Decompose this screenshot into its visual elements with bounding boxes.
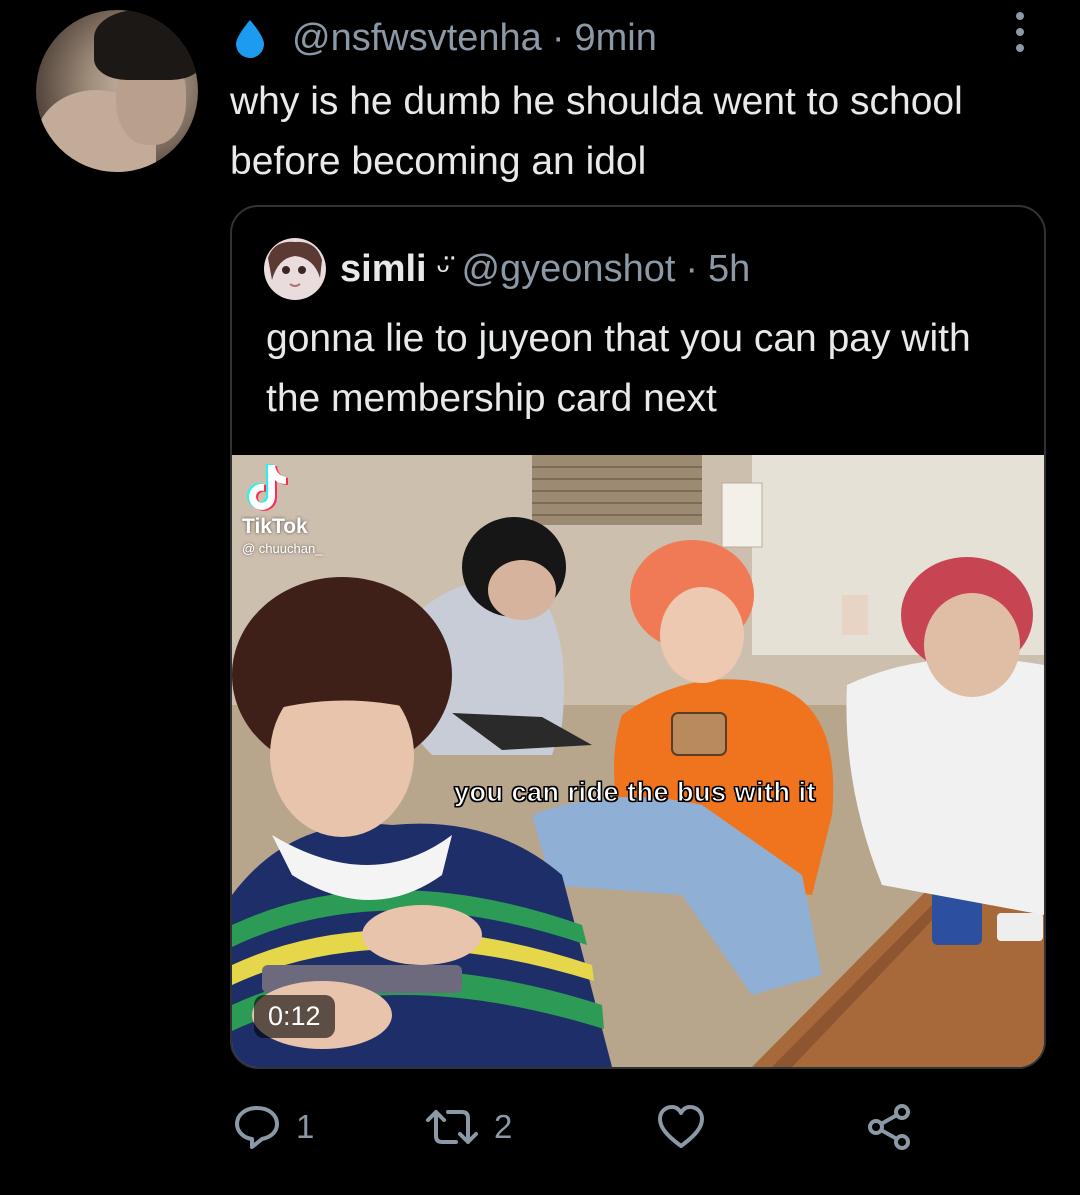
quoted-tweet-card[interactable]: simli ᵕ̈ @gyeonshot · 5h gonna lie to ju… (230, 205, 1046, 1069)
quoted-name-emoji: ᵕ̈ (436, 249, 450, 288)
author-handle[interactable]: @nsfwsvtenha (292, 17, 542, 60)
quoted-tweet-text: gonna lie to juyeon that you can pay wit… (266, 317, 971, 420)
tweet-action-bar: 1 2 (232, 1100, 932, 1154)
author-avatar[interactable] (36, 10, 198, 172)
share-button[interactable] (864, 1100, 928, 1154)
video-duration-badge: 0:12 (254, 995, 335, 1038)
tweet-text: why is he dumb he shoulda went to school… (230, 80, 963, 183)
video-thumbnail[interactable]: TikTok @ chuuchan_ you can ride the bus … (232, 455, 1044, 1067)
quoted-avatar-art (264, 238, 326, 300)
quoted-header-separator: · (685, 247, 699, 290)
reply-icon (235, 1106, 279, 1149)
retweet-button[interactable]: 2 (424, 1100, 512, 1154)
more-options-icon[interactable] (1006, 10, 1034, 54)
tweet-timestamp[interactable]: 9min (574, 17, 656, 60)
tiktok-watermark-user: @ chuuchan_ (242, 541, 323, 556)
quoted-tweet-header: simli ᵕ̈ @gyeonshot · 5h (264, 237, 750, 301)
like-icon (658, 1105, 704, 1148)
quoted-tweet-timestamp[interactable]: 5h (708, 248, 750, 291)
video-caption: you can ride the bus with it (453, 777, 817, 808)
avatar-hair-shape (94, 10, 198, 80)
water-drop-icon (236, 20, 264, 58)
retweet-count: 2 (494, 1108, 513, 1145)
like-button[interactable] (656, 1100, 720, 1154)
retweet-icon (426, 1110, 478, 1144)
tiktok-watermark-label: TikTok (242, 515, 308, 538)
quoted-author-name[interactable]: simli (340, 248, 427, 291)
quoted-author-handle[interactable]: @gyeonshot (461, 248, 675, 291)
tweet-header: @nsfwsvtenha · 9min (232, 14, 657, 62)
reply-count: 1 (296, 1108, 315, 1145)
video-scene-art (232, 455, 1044, 1067)
share-icon (868, 1104, 910, 1150)
quoted-author-avatar (264, 238, 326, 300)
header-separator: · (551, 16, 565, 59)
reply-button[interactable]: 1 (232, 1100, 314, 1154)
